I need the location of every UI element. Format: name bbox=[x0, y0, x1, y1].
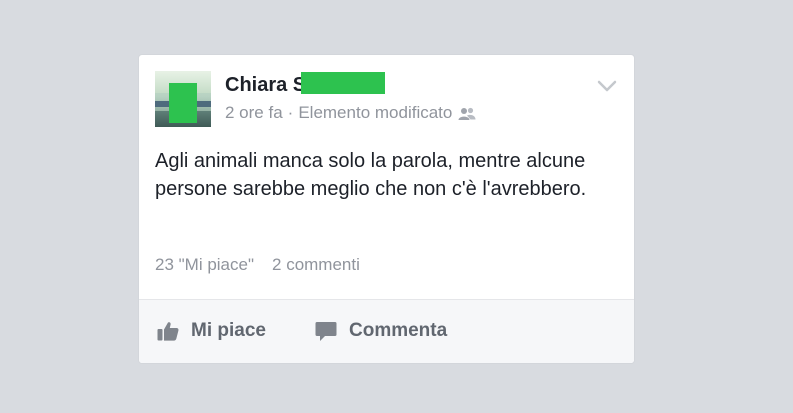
meta-separator: · bbox=[287, 103, 294, 122]
like-button[interactable]: Mi piace bbox=[157, 320, 266, 342]
post-time[interactable]: 2 ore fa bbox=[225, 103, 283, 123]
comment-button[interactable]: Commenta bbox=[315, 320, 447, 342]
comment-label: Commenta bbox=[349, 320, 448, 341]
thumbs-up-icon bbox=[157, 322, 179, 341]
action-bar: Mi piace Commenta bbox=[139, 300, 634, 363]
edited-label[interactable]: Elemento modificato bbox=[298, 103, 452, 123]
like-label: Mi piace bbox=[191, 320, 266, 341]
post-card: Chiara S 2 ore fa · Elemento modificato … bbox=[138, 54, 635, 364]
post-text: Agli animali manca solo la parola, mentr… bbox=[155, 150, 587, 200]
author-name[interactable]: Chiara S bbox=[225, 73, 306, 97]
chevron-down-icon[interactable] bbox=[597, 79, 617, 93]
likes-count[interactable]: 23 "Mi piace" bbox=[155, 255, 254, 274]
post-meta: 2 ore fa · Elemento modificato bbox=[225, 103, 476, 123]
avatar[interactable] bbox=[155, 71, 211, 127]
comments-count[interactable]: 2 commenti bbox=[272, 255, 360, 274]
friends-icon[interactable] bbox=[458, 106, 476, 120]
speech-bubble-icon bbox=[315, 321, 337, 341]
avatar-redaction bbox=[169, 83, 197, 123]
post-stats: 23 "Mi piace" 2 commenti bbox=[155, 255, 360, 275]
name-redaction bbox=[301, 72, 385, 94]
